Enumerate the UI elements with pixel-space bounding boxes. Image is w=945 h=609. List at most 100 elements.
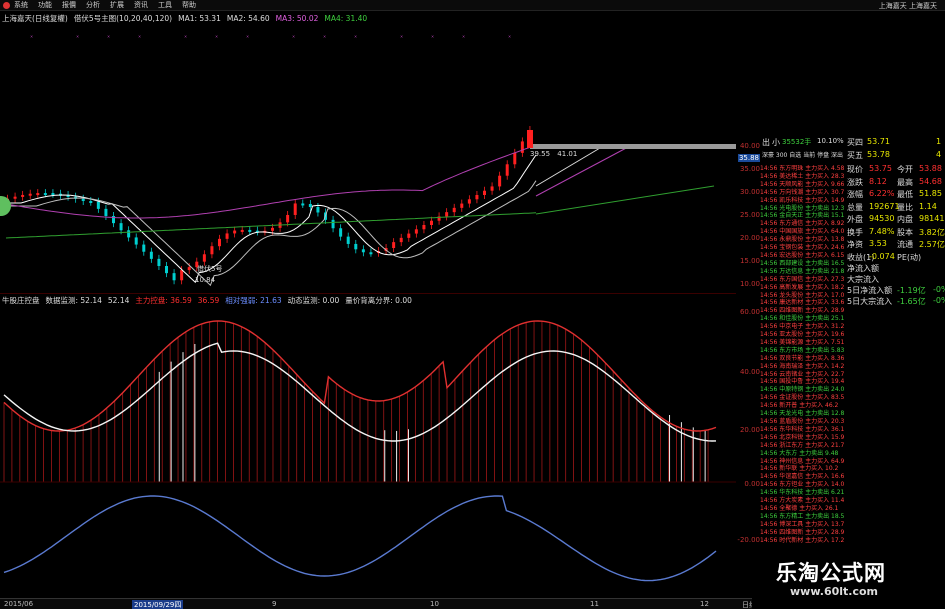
ticker-row[interactable]: 14:56 和佳股份 主力卖出 25.1 [760, 315, 845, 323]
price-tick: 35.00 [739, 165, 760, 173]
candle-body [21, 194, 25, 197]
ticker-row[interactable]: 14:56 凯乐科技 主力买入 14.9 [760, 197, 845, 205]
menu-item-analysis[interactable]: 分析 [86, 0, 100, 10]
ma3-value: MA3: 50.02 [275, 14, 319, 23]
ticker-row[interactable]: 14:56 东方国信 主力买入 27.3 [760, 276, 845, 284]
ticker-row[interactable]: 14:56 大东方 主力卖出 9.48 [760, 450, 845, 458]
stock-name[interactable]: 上海嘉天(日线复權) [2, 13, 68, 24]
quote-stat-value: 3.82亿 [919, 227, 945, 237]
buy4-label: 买四 [847, 138, 863, 147]
ticker-row[interactable]: 14:56 美达稀土 主力买入 28.3 [760, 173, 845, 181]
ticker-row[interactable]: 14:56 万达信息 主力卖出 21.8 [760, 268, 845, 276]
menu-item-system[interactable]: 系统 [14, 0, 28, 10]
ticker-row[interactable]: 14:56 北京科锐 主力买入 15.9 [760, 434, 845, 442]
ticker-row[interactable]: 14:56 浙江东方 主力买入 21.7 [760, 442, 845, 450]
ticker-row[interactable]: 14:56 天龙光电 主力卖出 12.8 [760, 410, 845, 418]
ticker-row[interactable]: 14:56 宏达股份 主力买入 6.15 [760, 252, 845, 260]
ticker-row[interactable]: 14:56 宝钢包装 主力买入 24.6 [760, 244, 845, 252]
candle-body [293, 203, 297, 215]
quote-stat-value: 98141 [919, 214, 945, 223]
sub-v4: 36.59 [197, 296, 220, 305]
flow-percent: -0% [933, 285, 945, 294]
indicator-chart[interactable] [0, 306, 736, 598]
ticker-row[interactable]: 14:56 华东科技 主力卖出 6.21 [760, 489, 845, 497]
candle-body [172, 273, 176, 281]
candle-body [225, 233, 229, 239]
high-price-labels: 39.55 41.01 [530, 150, 577, 158]
candle-body [316, 207, 320, 213]
watermark-url: www.60lt.com [790, 585, 879, 598]
ticker-row[interactable]: 14:56 东方钽业 主力买入 14.0 [760, 481, 845, 489]
ticker-row[interactable]: 14:56 时代新材 主力买入 17.2 [760, 537, 845, 545]
candle-body [369, 252, 373, 255]
quote-stat-row: 现价 53.75 今开 53.88 [845, 164, 945, 177]
signal-marker: ˣ [184, 34, 187, 42]
menu-item-quote[interactable]: 报價 [62, 0, 76, 10]
sub-v5: 相对强弱: 21.63 [225, 296, 282, 305]
indicator-name[interactable]: 借伏5号主图(10,20,40,120) [74, 13, 172, 24]
ticker-row[interactable]: 14:56 美锦能源 主力买入 7.51 [760, 339, 845, 347]
ticker-row[interactable]: 14:56 东华科技 主力买入 36.1 [760, 426, 845, 434]
candle-body [339, 228, 343, 237]
candle-body [445, 212, 449, 217]
ticker-row[interactable]: 14:56 方大炭素 主力买入 11.4 [760, 497, 845, 505]
ticker-row[interactable]: 14:56 博深工具 主力买入 13.7 [760, 521, 845, 529]
quote-stat-value: 53.75 [869, 164, 892, 173]
candle-body [202, 254, 206, 262]
quote-stat-label: 最低 [897, 190, 913, 199]
high-price-left: 39.55 [530, 150, 551, 158]
flow-label: 5日净流入额 [847, 286, 893, 295]
ticker-row[interactable]: 14:56 高新发展 主力买入 18.2 [760, 284, 845, 292]
indicator-tick: 40.00 [739, 368, 760, 376]
ticker-row[interactable]: 14:56 万向钱潮 主力买入 30.7 [760, 189, 845, 197]
quote-stat-label: 股本 [897, 227, 913, 237]
menu-item-tools[interactable]: 工具 [158, 0, 172, 10]
ticker-row[interactable]: 14:56 亚太股份 主力买入 19.6 [760, 331, 845, 339]
ticker-row[interactable]: 14:56 双良节能 主力买入 8.36 [760, 355, 845, 363]
ticker-row[interactable]: 14:56 新开普 主力买入 46.2 [760, 402, 845, 410]
candle-body [513, 152, 517, 165]
quote-stat-value: 7.48% [869, 226, 895, 236]
ticker-row[interactable]: 14:56 中京电子 主力买入 31.2 [760, 323, 845, 331]
candlestick-chart[interactable]: ˣˣˣˣˣˣˣˣˣˣˣˣˣˣ [0, 26, 736, 292]
candle-body [119, 223, 123, 231]
candle-body [520, 141, 524, 153]
candle-body [452, 207, 456, 213]
menu-item-extend[interactable]: 扩展 [110, 0, 124, 10]
candle-body [308, 203, 312, 208]
ticker-row[interactable]: 14:56 东方市场 主力卖出 5.83 [760, 347, 845, 355]
quote-stat-label: 最高 [897, 177, 913, 187]
quote-stat-row: 涨跌 8.12 最高 54.68 [845, 177, 945, 190]
quote-stat-value: 51.85 [919, 189, 942, 198]
ticker-row[interactable]: 14:56 东方精工 主力卖出 18.5 [760, 513, 845, 521]
stock-code-line[interactable]: 深豪 300 自选 当前 停盘 深出 [762, 150, 843, 159]
menu-item-news[interactable]: 资讯 [134, 0, 148, 10]
ticker-row[interactable]: 14:56 天顺风能 主力买入 9.66 [760, 181, 845, 189]
price-tick: 10.00 [739, 280, 760, 288]
candle-body [104, 208, 108, 216]
flow-percent: -0% [933, 296, 945, 305]
candle-body [430, 220, 433, 225]
ticker-row[interactable]: 14:56 四维图新 主力买入 28.9 [760, 529, 845, 537]
ticker-row[interactable]: 14:56 全聚德 主力买入 26.1 [760, 505, 845, 513]
ticker-row[interactable]: 14:56 东方明珠 主力买入 4.58 [760, 165, 845, 173]
menu-item-help[interactable]: 帮助 [182, 0, 196, 10]
main-force-ticker-list[interactable]: 14:56 东方明珠 主力买入 4.58 14:56 美达稀土 主力买入 28.3… [760, 165, 845, 548]
quote-stat-row: 换手 7.48% 股本 3.82亿 [845, 227, 945, 240]
ticker-row[interactable]: 14:56 蓝盾股份 主力买入 20.3 [760, 418, 845, 426]
quote-stat-row: 外盘 94530 内盘 98141 [845, 214, 945, 227]
candle-body [142, 244, 146, 252]
time-tick: 9 [272, 600, 277, 608]
sub-indicator-name[interactable]: 牛股庄控盘 [2, 295, 40, 306]
ticker-row[interactable]: 14:56 永鼎股份 主力买入 13.8 [760, 236, 845, 244]
menu-item-function[interactable]: 功能 [38, 0, 52, 10]
ticker-row[interactable]: 14:56 中国国旅 主力买入 64.0 [760, 228, 845, 236]
quote-stat-label: PE(动) [897, 252, 922, 262]
ma2-value: MA2: 54.60 [226, 14, 270, 23]
buy4-volume: 1 [936, 137, 942, 146]
candle-body [149, 251, 153, 259]
ticker-row[interactable]: 14:56 海南瑞泽 主力买入 14.2 [760, 363, 845, 371]
ticker-row[interactable]: 14:56 金证股份 主力买入 83.5 [760, 394, 845, 402]
ticker-row[interactable]: 14:56 西部建设 主力卖出 16.5 [760, 260, 845, 268]
candle-body [134, 237, 138, 245]
